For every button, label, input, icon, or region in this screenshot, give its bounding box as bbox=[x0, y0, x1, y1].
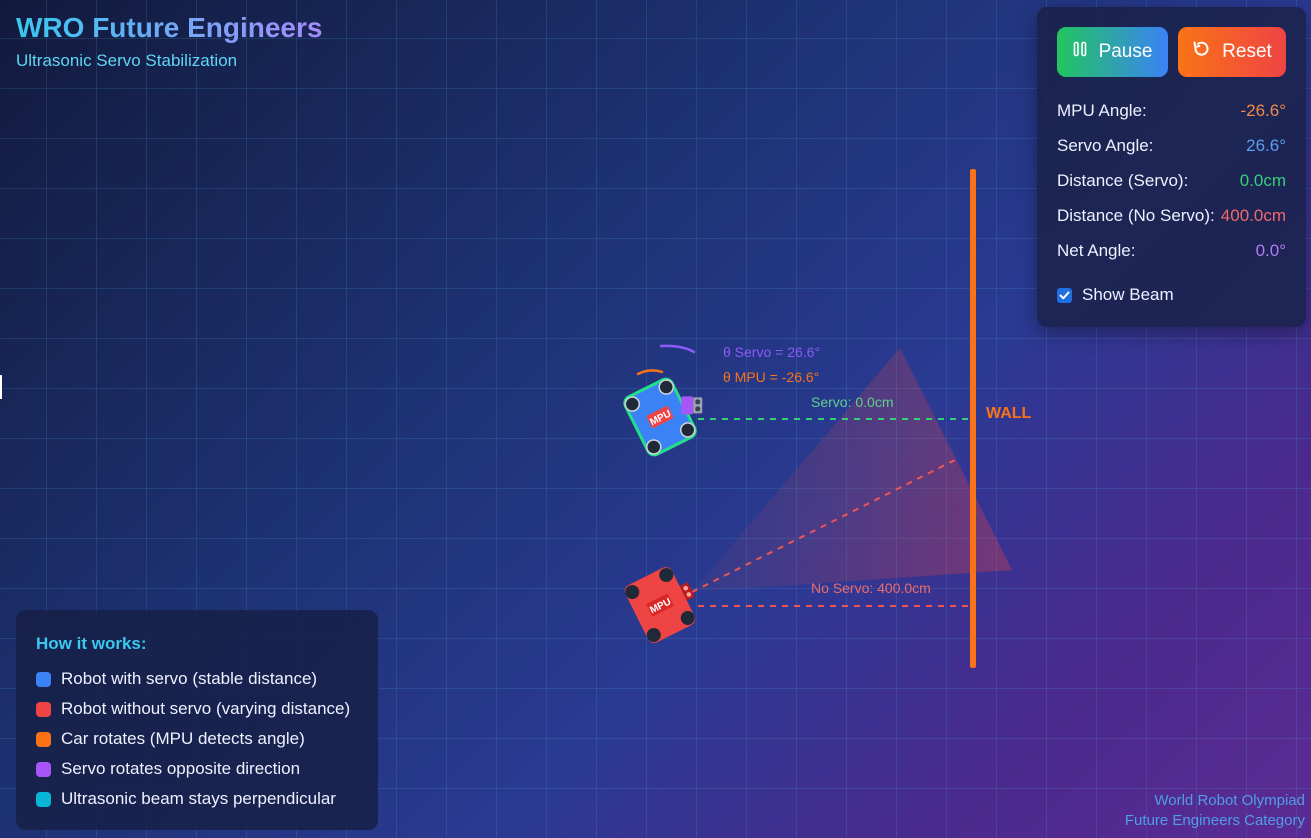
legend-item-label: Robot with servo (stable distance) bbox=[61, 669, 318, 688]
page-title: WRO Future Engineers bbox=[16, 12, 323, 43]
stat-servo-angle: Servo Angle: 26.6° bbox=[1057, 136, 1286, 156]
stat-label: Distance (No Servo): bbox=[1057, 206, 1215, 225]
wall bbox=[970, 169, 976, 668]
show-beam-checkbox[interactable] bbox=[1057, 287, 1072, 303]
servo-angle-label: θ Servo = 26.6° bbox=[723, 344, 820, 360]
pause-icon bbox=[1073, 41, 1087, 63]
legend-item-label: Car rotates (MPU detects angle) bbox=[61, 729, 305, 748]
stat-value: -26.6° bbox=[1240, 101, 1286, 120]
stat-distance-no-servo: Distance (No Servo): 400.0cm bbox=[1057, 206, 1286, 226]
edge-marker bbox=[0, 375, 2, 399]
no-servo-distance-label: No Servo: 400.0cm bbox=[811, 580, 931, 596]
legend-swatch bbox=[36, 671, 51, 687]
page-subtitle: Ultrasonic Servo Stabilization bbox=[16, 51, 238, 70]
servo-distance-label: Servo: 0.0cm bbox=[811, 394, 893, 410]
control-panel: Pause Reset MPU Angle: -26.6° Servo Angl… bbox=[1037, 7, 1306, 327]
stat-value: 0.0° bbox=[1255, 241, 1286, 260]
stat-value: 26.6° bbox=[1246, 136, 1286, 155]
reset-button[interactable]: Reset bbox=[1178, 27, 1286, 77]
stat-label: Distance (Servo): bbox=[1057, 171, 1189, 190]
stat-value: 400.0cm bbox=[1220, 206, 1286, 225]
pause-button[interactable]: Pause bbox=[1057, 27, 1168, 77]
stat-label: MPU Angle: bbox=[1057, 101, 1147, 120]
servo-robot: MPU bbox=[623, 377, 703, 457]
reset-button-label: Reset bbox=[1222, 41, 1272, 62]
stat-value: 0.0cm bbox=[1239, 171, 1286, 190]
pause-button-label: Pause bbox=[1098, 41, 1153, 62]
legend-item: Ultrasonic beam stays perpendicular bbox=[36, 789, 336, 809]
legend-item-label: Servo rotates opposite direction bbox=[61, 759, 301, 778]
footer-line-2: Future Engineers Category bbox=[1124, 812, 1305, 829]
show-beam-label: Show Beam bbox=[1082, 285, 1174, 304]
mpu-angle-label: θ MPU = -26.6° bbox=[723, 369, 819, 385]
stat-label: Net Angle: bbox=[1057, 241, 1136, 260]
footer-line-1: World Robot Olympiad bbox=[1154, 792, 1305, 809]
legend-swatch bbox=[36, 761, 51, 777]
legend-item: Robot without servo (varying distance) bbox=[36, 699, 350, 719]
no-servo-robot: MPU bbox=[624, 567, 696, 643]
legend-swatch bbox=[36, 791, 51, 807]
legend-swatch bbox=[36, 731, 51, 747]
legend-panel: How it works: Robot with servo (stable d… bbox=[16, 610, 378, 830]
legend-item: Robot with servo (stable distance) bbox=[36, 669, 317, 689]
checkmark-icon bbox=[1059, 291, 1070, 299]
reset-icon bbox=[1192, 40, 1210, 64]
servo-sensor bbox=[681, 396, 703, 415]
mpu-angle-arc bbox=[636, 369, 664, 376]
servo-angle-arc bbox=[659, 344, 696, 354]
stat-label: Servo Angle: bbox=[1057, 136, 1154, 155]
show-beam-toggle[interactable]: Show Beam bbox=[1057, 285, 1174, 305]
legend-swatch bbox=[36, 701, 51, 717]
legend-item-label: Ultrasonic beam stays perpendicular bbox=[61, 789, 336, 808]
legend-item: Car rotates (MPU detects angle) bbox=[36, 729, 305, 749]
legend-title: How it works: bbox=[36, 634, 147, 653]
legend-item: Servo rotates opposite direction bbox=[36, 759, 300, 779]
stat-mpu-angle: MPU Angle: -26.6° bbox=[1057, 101, 1286, 121]
stat-distance-servo: Distance (Servo): 0.0cm bbox=[1057, 171, 1286, 191]
stat-net-angle: Net Angle: 0.0° bbox=[1057, 241, 1286, 261]
wall-label: WALL bbox=[986, 405, 1032, 422]
legend-item-label: Robot without servo (varying distance) bbox=[61, 699, 351, 718]
